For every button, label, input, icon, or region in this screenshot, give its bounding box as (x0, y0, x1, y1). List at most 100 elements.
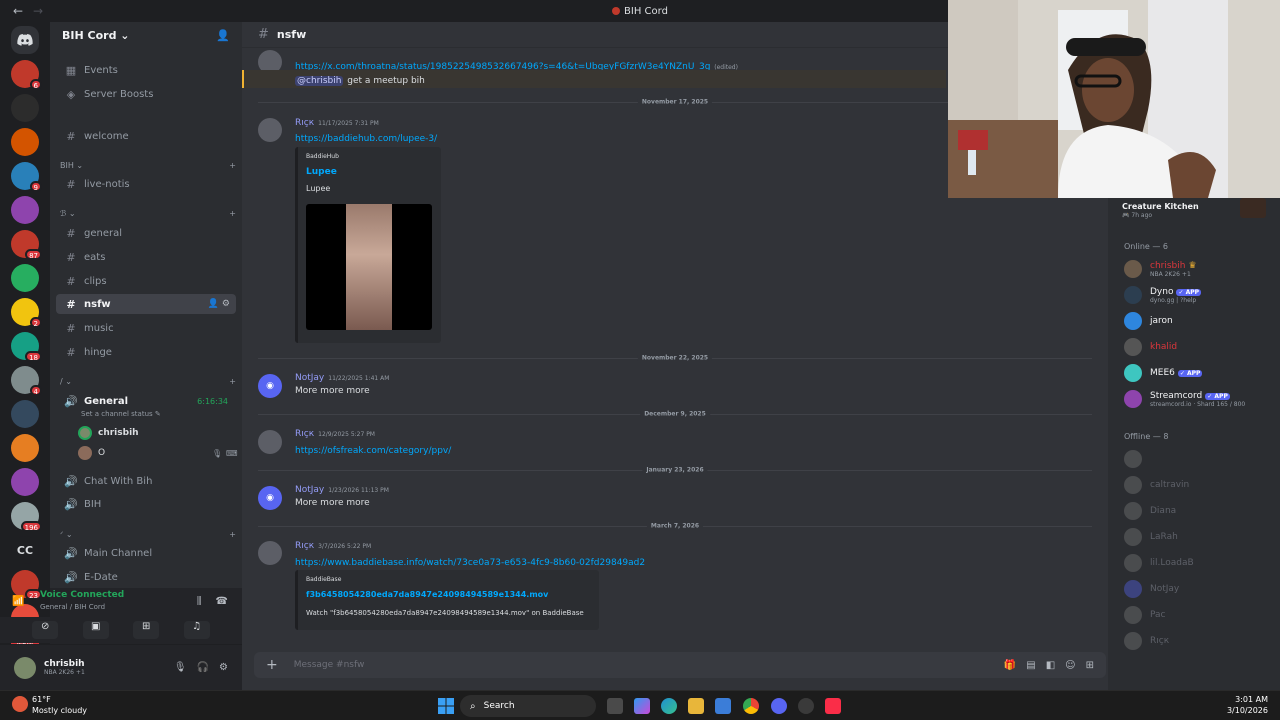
invite-icon[interactable]: 👤 (208, 299, 219, 309)
channel-general[interactable]: # general (56, 223, 236, 243)
server-icon[interactable] (11, 468, 39, 496)
message-input[interactable] (293, 660, 1004, 670)
member-item[interactable]: chrisbih ♛ NBA 2K26 +1 (1124, 258, 1197, 280)
member-item[interactable]: Pac (1124, 604, 1166, 626)
microphone-icon[interactable]: 🎙 (174, 662, 187, 673)
noise-suppression-icon[interactable]: ⫼ (197, 596, 202, 607)
weather-icon[interactable] (12, 696, 28, 712)
apps-icon[interactable]: ⊞ (1086, 660, 1094, 671)
member-item[interactable]: Diana (1124, 500, 1176, 522)
member-item[interactable] (1124, 448, 1150, 470)
discord-icon[interactable] (771, 698, 787, 714)
category-2[interactable]: ℬ ⌄ + (60, 206, 236, 220)
embed-image[interactable] (306, 204, 432, 330)
server-icon[interactable]: CC (11, 536, 39, 564)
server-icon[interactable] (11, 400, 39, 428)
chrome-icon[interactable] (743, 698, 759, 714)
voice-user[interactable]: chrisbih (78, 426, 139, 440)
add-attachment-icon[interactable]: + (266, 657, 278, 673)
member-item[interactable]: caltravin (1124, 474, 1189, 496)
add-member-icon[interactable]: 👤 (216, 29, 230, 42)
member-item[interactable]: NotJay (1124, 578, 1179, 600)
avatar[interactable] (258, 541, 282, 565)
copilot-icon[interactable] (634, 698, 650, 714)
server-icon[interactable]: 2 (11, 298, 42, 328)
channel-status[interactable]: Set a channel status ✎ (81, 410, 161, 418)
gift-icon[interactable]: 🎁 (1004, 660, 1016, 671)
message-link[interactable]: https://baddiehub.com/lupee-3/ (295, 134, 437, 144)
category-bih[interactable]: BIH ⌄ + (60, 158, 236, 172)
channel-eats[interactable]: # eats (56, 247, 236, 267)
file-explorer-icon[interactable] (688, 698, 704, 714)
gear-icon[interactable]: ⚙ (222, 299, 230, 309)
avatar[interactable]: ◉ (258, 374, 282, 398)
guild-header[interactable]: BIH Cord ⌄ 👤 (50, 22, 242, 48)
server-icon[interactable]: 4 (11, 366, 42, 396)
headphones-icon[interactable]: 🎧 (197, 662, 209, 673)
search-box[interactable]: ⌕ Search (460, 695, 596, 717)
member-item[interactable]: lil.LoadaB (1124, 552, 1194, 574)
member-item[interactable]: Rıçк (1124, 630, 1169, 652)
member-item[interactable]: jaron (1124, 310, 1173, 332)
sticker-icon[interactable]: ◧ (1046, 660, 1055, 671)
member-item[interactable]: MEE6 ✓ APP (1124, 362, 1203, 384)
soundboard-icon[interactable]: ♫ (183, 621, 210, 639)
server-icon[interactable] (11, 434, 39, 462)
add-channel-icon[interactable]: + (229, 530, 236, 539)
activities-icon[interactable]: ⊞ (133, 621, 160, 639)
disconnect-icon[interactable]: ☎ (216, 596, 228, 607)
add-channel-icon[interactable]: + (229, 161, 236, 170)
category-3[interactable]: / ⌄ + (60, 374, 236, 388)
avatar[interactable] (258, 430, 282, 454)
camera-off-icon[interactable]: ⊘ (32, 621, 59, 639)
screen-share-icon[interactable]: ▣ (82, 621, 109, 639)
embed-title[interactable]: Lupee (306, 167, 337, 177)
signal-icon[interactable]: 📶 (12, 596, 24, 607)
message-link[interactable]: https://www.baddiebase.info/watch/73ce0a… (295, 558, 645, 568)
gif-icon[interactable]: ▤ (1026, 660, 1035, 671)
category-4[interactable]: ᐟ ⌄ + (60, 527, 236, 541)
channel-live-notis[interactable]: # live-notis (56, 174, 236, 194)
voice-channel-e-date[interactable]: 🔊 E-Date (56, 567, 236, 587)
voice-channel-chat-with-bih[interactable]: 🔊 Chat With Bih (56, 471, 236, 491)
member-item[interactable]: Dyno ✓ APP dyno.gg | ?help (1124, 284, 1202, 306)
author-name[interactable]: NotJay (295, 485, 324, 495)
weather-temp[interactable]: 61°F (32, 695, 51, 704)
activity-thumbnail[interactable] (1240, 198, 1266, 218)
author-name[interactable]: Rıçк (295, 429, 314, 439)
server-icon[interactable]: 18 (11, 332, 42, 362)
channel-hinge[interactable]: # hinge (56, 342, 236, 362)
author-name[interactable]: Rıçк (295, 541, 314, 551)
server-icon[interactable] (11, 128, 39, 156)
clock[interactable]: 3:01 AM 3/10/2026 (1227, 695, 1268, 715)
app-icon[interactable] (798, 698, 814, 714)
message-link[interactable]: https://ofsfreak.com/category/ppv/ (295, 446, 451, 456)
add-channel-icon[interactable]: + (229, 377, 236, 386)
voice-user[interactable]: O 🎙 ⌨ (78, 446, 238, 460)
voice-channel-main[interactable]: 🔊 Main Channel (56, 543, 236, 563)
channel-clips[interactable]: # clips (56, 271, 236, 291)
edge-icon[interactable] (661, 698, 677, 714)
events-link[interactable]: ▦ Events (56, 60, 236, 80)
server-icon[interactable]: 9 (11, 162, 42, 192)
mention[interactable]: @chrisbih (295, 76, 344, 86)
author-name[interactable]: NotJay (295, 373, 324, 383)
server-icon[interactable]: 23 (11, 570, 42, 600)
weather-desc[interactable]: Mostly cloudy (32, 706, 87, 715)
voice-location[interactable]: General / BIH Cord (40, 603, 105, 611)
voice-channel-bih[interactable]: 🔊 BIH (56, 494, 236, 514)
server-icon[interactable] (11, 196, 39, 224)
member-item[interactable]: khalid (1124, 336, 1177, 358)
member-item[interactable]: Streamcord ✓ APP streamcord.io · Shard 165… (1124, 388, 1245, 410)
embed-title[interactable]: f3b6458054280eda7da8947e24098494589e1344… (306, 590, 548, 599)
add-channel-icon[interactable]: + (229, 209, 236, 218)
member-item[interactable]: LaRah (1124, 526, 1178, 548)
server-icon[interactable]: 196 (11, 502, 42, 532)
server-icon[interactable] (11, 264, 39, 292)
channel-welcome[interactable]: # welcome (56, 126, 236, 146)
server-icon[interactable]: 6 (11, 60, 42, 90)
gear-icon[interactable]: ⚙ (219, 662, 228, 673)
store-icon[interactable] (715, 698, 731, 714)
emoji-icon[interactable]: ☺ (1065, 660, 1075, 671)
server-icon[interactable] (11, 94, 39, 122)
